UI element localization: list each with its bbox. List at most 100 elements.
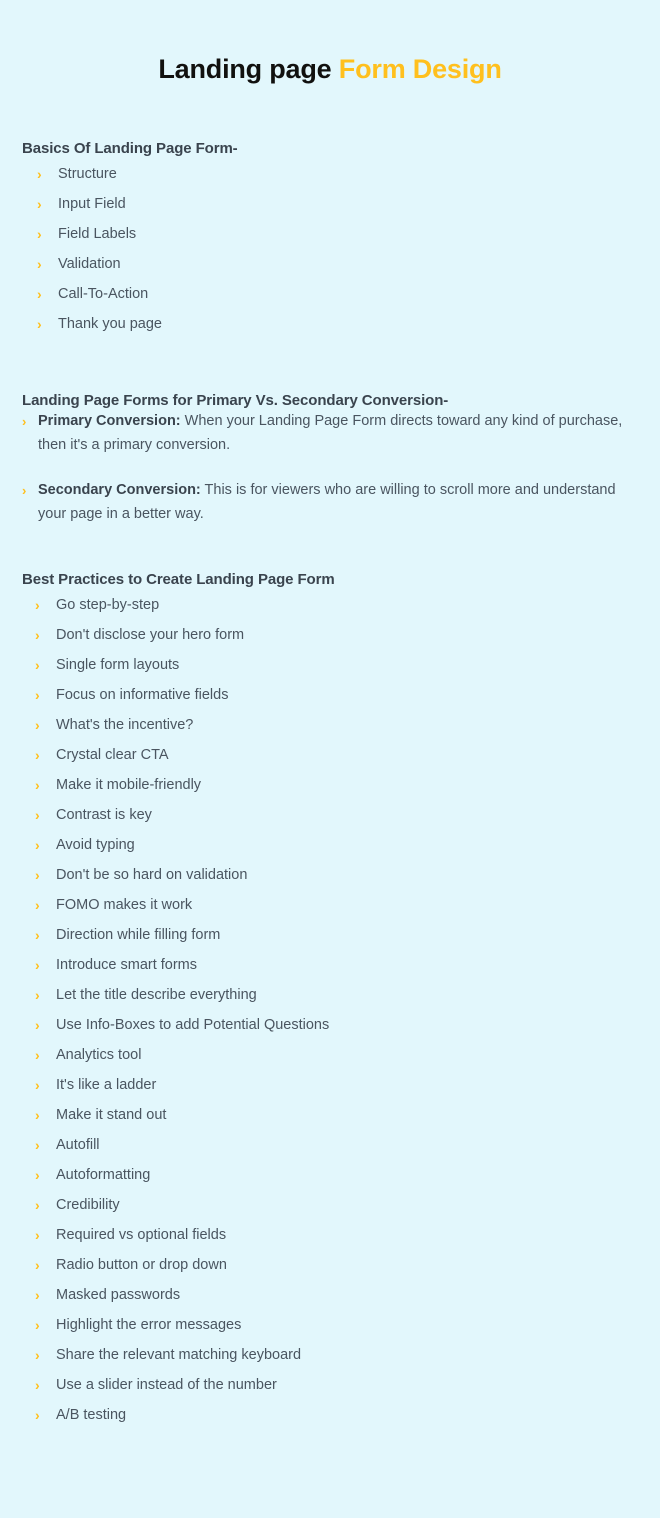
list-item-label: Autofill (56, 1136, 100, 1153)
list-item[interactable]: › Let the title describe everything (22, 980, 638, 1010)
list-item-label: A/B testing (56, 1406, 127, 1423)
chevron-right-icon: › (35, 1226, 40, 1243)
chevron-right-icon: › (35, 1076, 40, 1093)
chevron-right-icon: › (37, 195, 42, 212)
list-item-label: Contrast is key (56, 806, 152, 823)
chevron-right-icon: › (35, 836, 40, 853)
list-item[interactable]: › Field Labels (22, 219, 638, 249)
chevron-right-icon: › (35, 656, 40, 673)
list-item-label: Don't disclose your hero form (56, 626, 245, 643)
chevron-right-icon: › (35, 1346, 40, 1363)
list-item[interactable]: › What's the incentive? (22, 710, 638, 740)
section-basics-heading: Basics Of Landing Page Form- (22, 140, 238, 158)
page-title: Landing page Form Design (0, 18, 660, 85)
list-item[interactable]: › Validation (22, 249, 638, 279)
list-item[interactable]: › Highlight the error messages (22, 1310, 638, 1340)
list-item[interactable]: › Single form layouts (22, 650, 638, 680)
list-item-label: Make it mobile-friendly (56, 776, 202, 793)
chevron-right-icon: › (35, 1136, 40, 1153)
infographic-page: Landing page Form Design Basics Of Landi… (0, 18, 660, 1518)
chevron-right-icon: › (37, 255, 42, 272)
list-item-label: Share the relevant matching keyboard (56, 1346, 302, 1363)
list-item[interactable]: › Use Info-Boxes to add Potential Questio… (22, 1010, 638, 1040)
basics-list: › Structure › Input Field › Field Labels › Vali… (22, 159, 638, 339)
list-item[interactable]: › Make it stand out (22, 1100, 638, 1130)
list-item[interactable]: › Radio button or drop down (22, 1250, 638, 1280)
list-item[interactable]: › Direction while filling form (22, 920, 638, 950)
chevron-right-icon: › (37, 165, 42, 182)
list-item-label: It's like a ladder (56, 1076, 157, 1093)
list-item[interactable]: › Focus on informative fields (22, 680, 638, 710)
section-basics: Basics Of Landing Page Form- › Structure ›… (0, 139, 660, 339)
conversion-list-item[interactable]: › Secondary Conversion: This is for viewe… (22, 479, 638, 526)
list-item-label: Autoformatting (56, 1166, 151, 1183)
list-item-label: Structure (58, 165, 117, 182)
chevron-right-icon: › (35, 686, 40, 703)
chevron-right-icon: › (37, 315, 42, 332)
list-item-label: Required vs optional fields (56, 1226, 227, 1243)
list-item-label: Introduce smart forms (56, 956, 198, 973)
conversion-list-item[interactable]: › Primary Conversion: When your Landing P… (22, 410, 638, 457)
conversion-list: › Primary Conversion: When your Landing P… (22, 410, 638, 526)
list-item[interactable]: › Analytics tool (22, 1040, 638, 1070)
list-item-label: Radio button or drop down (56, 1256, 227, 1273)
chevron-right-icon: › (35, 1376, 40, 1393)
list-item[interactable]: › Call-To-Action (22, 279, 638, 309)
conversion-item-lead: Primary Conversion: (38, 413, 181, 430)
chevron-right-icon: › (37, 285, 42, 302)
list-item[interactable]: › Use a slider instead of the number (22, 1370, 638, 1400)
list-item[interactable]: › Go step-by-step (22, 590, 638, 620)
chevron-right-icon: › (35, 1256, 40, 1273)
list-item-label: Crystal clear CTA (56, 746, 169, 763)
list-item-label: Masked passwords (56, 1286, 181, 1303)
list-item-label: Focus on informative fields (56, 686, 229, 703)
chevron-right-icon: › (35, 1046, 40, 1063)
list-item[interactable]: › Avoid typing (22, 830, 638, 860)
list-item[interactable]: › Don't disclose your hero form (22, 620, 638, 650)
chevron-right-icon: › (35, 1406, 40, 1423)
list-item[interactable]: › Make it mobile-friendly (22, 770, 638, 800)
list-item-label: Call-To-Action (58, 285, 149, 302)
chevron-right-icon: › (35, 776, 40, 793)
chevron-right-icon: › (35, 956, 40, 973)
list-item[interactable]: › Autoformatting (22, 1160, 638, 1190)
list-item[interactable]: › Share the relevant matching keyboard (22, 1340, 638, 1370)
chevron-right-icon: › (35, 866, 40, 883)
section-conversion: Landing Page Forms for Primary Vs. Secon… (0, 391, 660, 526)
best-practices-list: › Go step-by-step › Don't disclose your her… (22, 590, 638, 1430)
list-item[interactable]: › Crystal clear CTA (22, 740, 638, 770)
list-item[interactable]: › A/B testing (22, 1400, 638, 1430)
list-item[interactable]: › Structure (22, 159, 638, 189)
chevron-right-icon: › (35, 986, 40, 1003)
list-item[interactable]: › Credibility (22, 1190, 638, 1220)
page-title-accent: Form Design (338, 54, 502, 85)
chevron-right-icon: › (35, 596, 40, 613)
list-item[interactable]: › Contrast is key (22, 800, 638, 830)
list-item[interactable]: › Don't be so hard on validation (22, 860, 638, 890)
chevron-right-icon: › (35, 1166, 40, 1183)
list-item-label: Go step-by-step (56, 596, 160, 613)
chevron-right-icon: › (35, 1196, 40, 1213)
list-item-label: Credibility (56, 1196, 120, 1213)
list-item-label: Field Labels (58, 225, 137, 242)
chevron-right-icon: › (35, 746, 40, 763)
list-item[interactable]: › It's like a ladder (22, 1070, 638, 1100)
page-title-primary: Landing page (158, 54, 332, 85)
list-item-label: Validation (58, 255, 121, 272)
list-item-label: Direction while filling form (56, 926, 221, 943)
list-item-label: Avoid typing (56, 836, 135, 853)
list-item[interactable]: › Masked passwords (22, 1280, 638, 1310)
chevron-right-icon: › (35, 806, 40, 823)
list-item-label: Make it stand out (56, 1106, 167, 1123)
list-item[interactable]: › Input Field (22, 189, 638, 219)
chevron-right-icon: › (35, 926, 40, 943)
chevron-right-icon: › (35, 1286, 40, 1303)
list-item[interactable]: › Required vs optional fields (22, 1220, 638, 1250)
list-item[interactable]: › Thank you page (22, 309, 638, 339)
list-item[interactable]: › Autofill (22, 1130, 638, 1160)
list-item-label: Thank you page (58, 315, 162, 332)
list-item-label: Input Field (58, 195, 126, 212)
chevron-right-icon: › (35, 1316, 40, 1333)
list-item[interactable]: › FOMO makes it work (22, 890, 638, 920)
list-item[interactable]: › Introduce smart forms (22, 950, 638, 980)
